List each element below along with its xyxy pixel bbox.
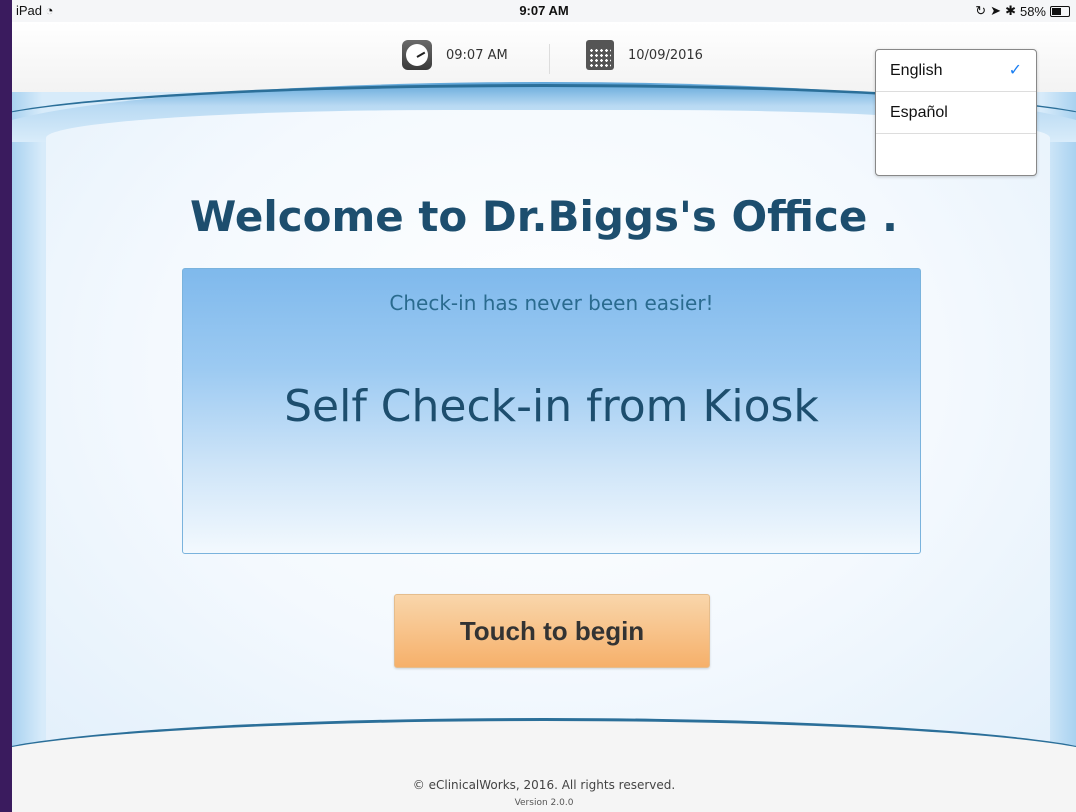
bluetooth-icon: ✱ (1005, 3, 1016, 18)
touch-to-begin-button[interactable]: Touch to begin (394, 594, 710, 668)
header-date: 10/09/2016 (586, 40, 703, 70)
location-icon: ➤ (990, 3, 1002, 18)
header-time-text: 09:07 AM (446, 47, 508, 63)
copyright-text: © eClinicalWorks, 2016. All rights reser… (412, 778, 676, 792)
language-label: Español (890, 104, 948, 121)
kiosk-screen: iPad ◔ 9:07 AM ↻ ➤ ✱ 58% 09:07 AM 10/09/… (12, 0, 1076, 812)
kiosk-headline: Self Check-in from Kiosk (284, 381, 819, 432)
language-label: English (890, 62, 943, 79)
tagline: Check-in has never been easier! (389, 291, 714, 315)
battery-percent: 58% (1019, 3, 1046, 19)
header-divider (549, 44, 550, 74)
footer: © eClinicalWorks, 2016. All rights reser… (12, 770, 1076, 812)
language-option-english[interactable]: English ✓ (876, 50, 1036, 92)
status-right: ↻ ➤ ✱ 58% (975, 3, 1070, 19)
status-time: 9:07 AM (519, 3, 569, 18)
calendar-icon (586, 40, 614, 70)
version-text: Version 2.0.0 (514, 798, 574, 808)
header-date-text: 10/09/2016 (628, 47, 703, 63)
status-bar: iPad ◔ 9:07 AM ↻ ➤ ✱ 58% (12, 0, 1076, 22)
welcome-title: Welcome to Dr.Biggs's Office . (190, 192, 898, 241)
language-option-empty[interactable] (876, 134, 1036, 175)
rotation-lock-icon: ↻ (975, 3, 987, 18)
language-option-espanol[interactable]: Español (876, 92, 1036, 134)
clock-icon (402, 40, 432, 70)
battery-icon (1050, 5, 1070, 17)
checkin-banner: Check-in has never been easier! Self Che… (182, 268, 921, 554)
language-dropdown: English ✓ Español (875, 49, 1037, 176)
checkmark-icon: ✓ (1008, 62, 1022, 79)
header-time: 09:07 AM (402, 40, 508, 70)
